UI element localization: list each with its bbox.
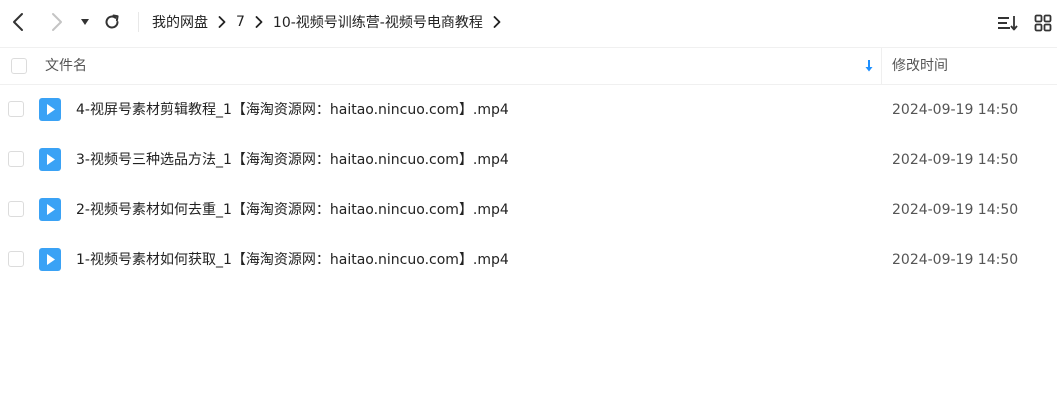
file-list-header: 文件名 修改时间 [0, 47, 1057, 85]
row-checkbox[interactable] [8, 101, 24, 117]
file-modified-time: 2024-09-19 14:50 [892, 152, 1019, 168]
column-divider [881, 48, 882, 84]
video-file-icon [39, 98, 61, 121]
sort-list-icon [998, 16, 1018, 31]
file-name[interactable]: 1-视频号素材如何获取_1【海淘资源网：haitao.nincuo.com】.m… [76, 235, 509, 285]
grid-view-button[interactable] [1030, 10, 1056, 36]
column-header-modified-time[interactable]: 修改时间 [892, 48, 948, 84]
toolbar: 我的网盘 7 10-视频号训练营-视频号电商教程 [0, 0, 1057, 44]
file-name[interactable]: 2-视频号素材如何去重_1【海淘资源网：haitao.nincuo.com】.m… [76, 185, 509, 235]
list-item[interactable]: 2-视频号素材如何去重_1【海淘资源网：haitao.nincuo.com】.m… [0, 185, 1057, 235]
arrow-down-icon [865, 60, 873, 72]
file-modified-time: 2024-09-19 14:50 [892, 252, 1019, 268]
refresh-button[interactable] [98, 8, 126, 36]
toolbar-divider [138, 12, 139, 32]
file-name[interactable]: 4-视屏号素材剪辑教程_1【海淘资源网：haitao.nincuo.com】.m… [76, 85, 509, 135]
history-dropdown-button[interactable] [74, 8, 96, 36]
breadcrumb-separator-icon [255, 16, 263, 28]
refresh-icon [105, 14, 119, 29]
forward-button[interactable] [43, 8, 71, 36]
sort-direction-button[interactable] [862, 58, 876, 74]
video-file-icon [39, 148, 61, 171]
list-item[interactable]: 4-视屏号素材剪辑教程_1【海淘资源网：haitao.nincuo.com】.m… [0, 85, 1057, 135]
list-item[interactable]: 1-视频号素材如何获取_1【海淘资源网：haitao.nincuo.com】.m… [0, 235, 1057, 285]
breadcrumb-item-root[interactable]: 我的网盘 [152, 12, 208, 32]
file-name[interactable]: 3-视频号三种选品方法_1【海淘资源网：haitao.nincuo.com】.m… [76, 135, 509, 185]
breadcrumb-item-folder[interactable]: 7 [236, 14, 245, 30]
chevron-left-icon [13, 13, 23, 31]
column-header-filename[interactable]: 文件名 [45, 48, 87, 84]
chevron-right-icon [52, 13, 62, 31]
row-checkbox[interactable] [8, 151, 24, 167]
video-file-icon [39, 248, 61, 271]
breadcrumb-item-current[interactable]: 10-视频号训练营-视频号电商教程 [273, 12, 483, 32]
breadcrumb-separator-icon [218, 16, 226, 28]
video-file-icon [39, 198, 61, 221]
select-all-checkbox[interactable] [11, 58, 27, 74]
back-button[interactable] [4, 8, 32, 36]
list-item[interactable]: 3-视频号三种选品方法_1【海淘资源网：haitao.nincuo.com】.m… [0, 135, 1057, 185]
file-modified-time: 2024-09-19 14:50 [892, 202, 1019, 218]
file-modified-time: 2024-09-19 14:50 [892, 102, 1019, 118]
sort-button[interactable] [995, 10, 1021, 36]
breadcrumb-expand-icon[interactable] [493, 16, 501, 28]
file-list: 4-视屏号素材剪辑教程_1【海淘资源网：haitao.nincuo.com】.m… [0, 85, 1057, 285]
caret-down-icon [81, 19, 89, 25]
row-checkbox[interactable] [8, 201, 24, 217]
row-checkbox[interactable] [8, 251, 24, 267]
grid-view-icon [1034, 14, 1052, 32]
breadcrumb: 我的网盘 7 10-视频号训练营-视频号电商教程 [152, 0, 511, 44]
